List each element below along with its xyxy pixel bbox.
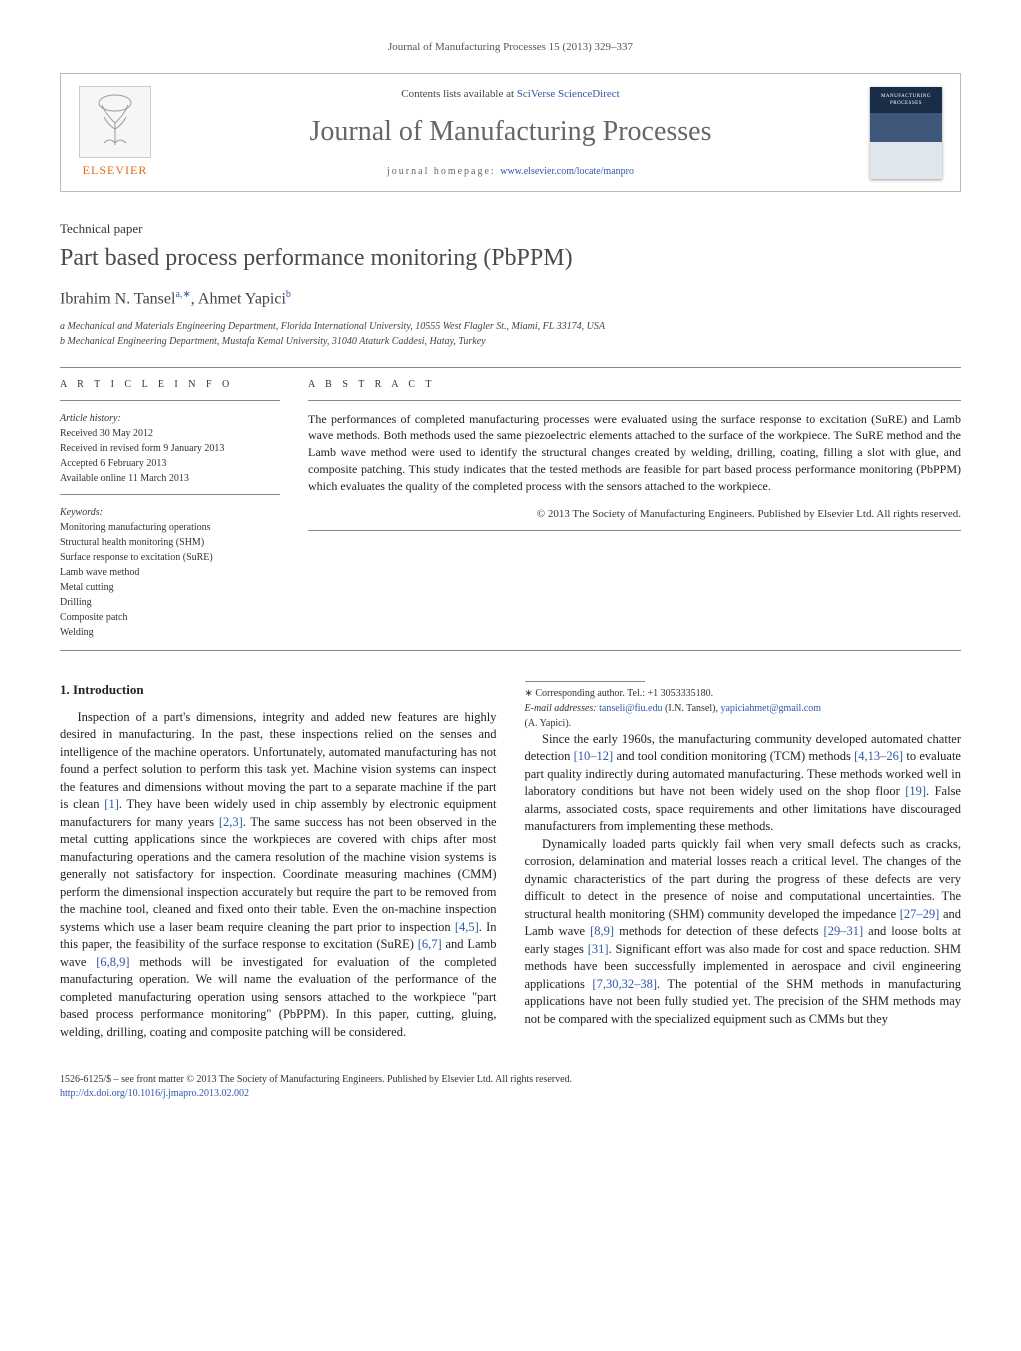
abstract-copyright: © 2013 The Society of Manufacturing Engi…	[308, 507, 961, 522]
email-who: (A. Yapici).	[525, 718, 572, 729]
author-2-affil-marker: b	[286, 289, 291, 300]
contents-available-line: Contents lists available at SciVerse Sci…	[169, 87, 852, 102]
front-matter-footer: 1526-6125/$ – see front matter © 2013 Th…	[60, 1073, 961, 1101]
citation-link[interactable]: [10–12]	[574, 749, 614, 763]
citation-link[interactable]: [1]	[104, 797, 119, 811]
divider	[60, 650, 961, 651]
citation-link[interactable]: [27–29]	[900, 907, 940, 921]
abstract-column: a b s t r a c t The performances of comp…	[308, 378, 961, 640]
divider	[308, 530, 961, 531]
author-1: Ibrahim N. Tansel	[60, 290, 175, 307]
history-online: Available online 11 March 2013	[60, 471, 280, 486]
body-text: . The same success has not been observed…	[60, 815, 497, 934]
author-list: Ibrahim N. Tansela,∗, Ahmet Yapicib	[60, 288, 961, 311]
affiliation-b: b Mechanical Engineering Department, Mus…	[60, 334, 961, 349]
email-addresses-line: E-mail addresses: tanseli@fiu.edu (I.N. …	[525, 701, 962, 731]
journal-homepage-link[interactable]: www.elsevier.com/locate/manpro	[500, 166, 634, 177]
keyword: Lamb wave method	[60, 565, 280, 580]
email-who: (I.N. Tansel),	[662, 703, 720, 714]
citation-link[interactable]: [4,5]	[455, 920, 479, 934]
history-received: Received 30 May 2012	[60, 426, 280, 441]
citation-link[interactable]: [6,7]	[418, 937, 442, 951]
keywords-block: Keywords: Monitoring manufacturing opera…	[60, 505, 280, 640]
citation-link[interactable]: [6,8,9]	[96, 955, 129, 969]
keyword: Metal cutting	[60, 580, 280, 595]
section-heading-introduction: 1. Introduction	[60, 681, 497, 699]
body-text: methods for detection of these defects	[614, 924, 823, 938]
body-columns: 1. Introduction Inspection of a part's d…	[60, 681, 961, 1043]
corresponding-author-note: ∗ Corresponding author. Tel.: +1 3053335…	[525, 686, 962, 701]
citation-link[interactable]: [31]	[588, 942, 609, 956]
affiliation-a: a Mechanical and Materials Engineering D…	[60, 319, 961, 334]
footnotes: ∗ Corresponding author. Tel.: +1 3053335…	[525, 686, 962, 731]
keyword: Surface response to excitation (SuRE)	[60, 550, 280, 565]
keywords-label: Keywords:	[60, 505, 280, 520]
citation-link[interactable]: [29–31]	[824, 924, 864, 938]
journal-name: Journal of Manufacturing Processes	[169, 112, 852, 151]
paragraph: Since the early 1960s, the manufacturing…	[525, 731, 962, 836]
paragraph: Dynamically loaded parts quickly fail wh…	[525, 836, 962, 1029]
article-info-heading: a r t i c l e i n f o	[60, 378, 280, 392]
header-center: Contents lists available at SciVerse Sci…	[169, 87, 852, 180]
cover-title: MANUFACTURING PROCESSES	[870, 93, 942, 107]
body-text: Dynamically loaded parts quickly fail wh…	[525, 837, 962, 921]
journal-cover-thumbnail: MANUFACTURING PROCESSES	[870, 87, 942, 179]
journal-homepage-line: journal homepage: www.elsevier.com/locat…	[169, 165, 852, 179]
doi-link[interactable]: http://dx.doi.org/10.1016/j.jmapro.2013.…	[60, 1088, 249, 1099]
abstract-text: The performances of completed manufactur…	[308, 411, 961, 495]
article-history: Article history: Received 30 May 2012 Re…	[60, 411, 280, 486]
citation-link[interactable]: [4,13–26]	[854, 749, 903, 763]
email-link[interactable]: tanseli@fiu.edu	[599, 703, 662, 714]
history-revised: Received in revised form 9 January 2013	[60, 441, 280, 456]
divider	[308, 400, 961, 401]
body-text: and tool condition monitoring (TCM) meth…	[613, 749, 854, 763]
divider	[60, 367, 961, 368]
affiliations: a Mechanical and Materials Engineering D…	[60, 319, 961, 349]
journal-header: ELSEVIER Contents lists available at Sci…	[60, 73, 961, 192]
citation-link[interactable]: [19]	[905, 784, 926, 798]
keyword: Monitoring manufacturing operations	[60, 520, 280, 535]
keyword: Drilling	[60, 595, 280, 610]
history-label: Article history:	[60, 411, 280, 426]
divider	[60, 400, 280, 401]
citation-link[interactable]: [7,30,32–38]	[592, 977, 657, 991]
author-separator: ,	[191, 290, 198, 307]
journal-reference: Journal of Manufacturing Processes 15 (2…	[60, 40, 961, 55]
divider	[60, 494, 280, 495]
front-matter-line: 1526-6125/$ – see front matter © 2013 Th…	[60, 1073, 961, 1087]
keyword: Welding	[60, 625, 280, 640]
doi-line: http://dx.doi.org/10.1016/j.jmapro.2013.…	[60, 1087, 961, 1101]
abstract-heading: a b s t r a c t	[308, 378, 961, 392]
sciencedirect-link[interactable]: SciVerse ScienceDirect	[517, 88, 620, 100]
citation-link[interactable]: [2,3]	[219, 815, 243, 829]
elsevier-logo: ELSEVIER	[79, 86, 151, 179]
citation-link[interactable]: [8,9]	[590, 924, 614, 938]
elsevier-label: ELSEVIER	[83, 162, 148, 179]
paper-title: Part based process performance monitorin…	[60, 242, 961, 276]
emails-label: E-mail addresses:	[525, 703, 600, 714]
elsevier-tree-icon	[79, 86, 151, 158]
contents-prefix: Contents lists available at	[401, 88, 516, 100]
homepage-prefix: journal homepage:	[387, 166, 500, 177]
article-info-column: a r t i c l e i n f o Article history: R…	[60, 378, 280, 640]
keyword: Composite patch	[60, 610, 280, 625]
paragraph: Inspection of a part's dimensions, integ…	[60, 709, 497, 1042]
author-1-affil-marker: a,∗	[175, 289, 190, 300]
paper-type: Technical paper	[60, 220, 961, 238]
history-accepted: Accepted 6 February 2013	[60, 456, 280, 471]
keyword: Structural health monitoring (SHM)	[60, 535, 280, 550]
email-link[interactable]: yapiciahmet@gmail.com	[720, 703, 821, 714]
author-2: Ahmet Yapici	[198, 290, 286, 307]
footnote-separator	[525, 681, 645, 682]
